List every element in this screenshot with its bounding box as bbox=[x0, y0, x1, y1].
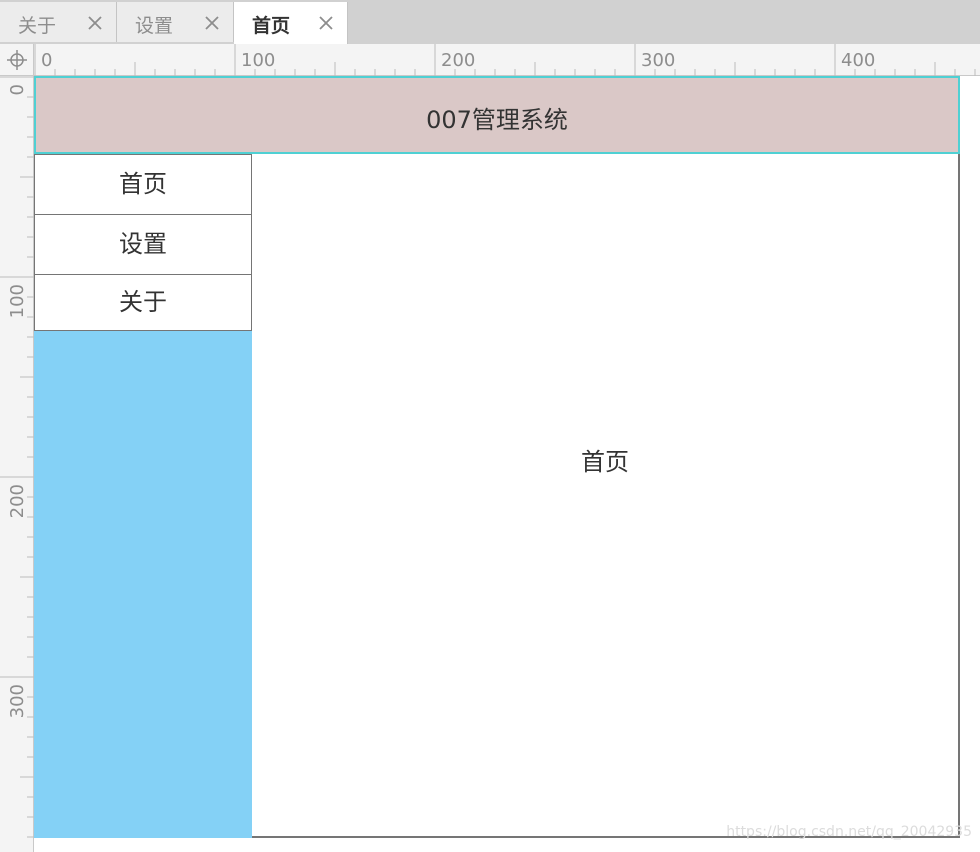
app-header: 007管理系统 bbox=[34, 76, 960, 154]
ruler-label: 0 bbox=[7, 84, 28, 95]
sidebar-item-home[interactable]: 首页 bbox=[34, 154, 252, 215]
ruler-label: 200 bbox=[7, 484, 28, 518]
close-icon[interactable] bbox=[203, 14, 221, 32]
sidebar: 首页 设置 关于 bbox=[34, 154, 252, 838]
tab-home[interactable]: 首页 bbox=[234, 2, 348, 44]
tab-label: 首页 bbox=[252, 15, 291, 37]
crosshair-icon bbox=[7, 50, 27, 70]
tab-about[interactable]: 关于 bbox=[0, 2, 117, 42]
ruler-label: 0 bbox=[41, 50, 52, 71]
tab-label: 设置 bbox=[135, 15, 174, 37]
ruler-label: 300 bbox=[641, 50, 675, 71]
tab-label: 关于 bbox=[18, 15, 57, 37]
horizontal-ruler[interactable]: 0 100 200 300 400 bbox=[34, 44, 980, 76]
close-icon[interactable] bbox=[317, 14, 335, 32]
ruler-label: 300 bbox=[7, 684, 28, 718]
sidebar-item-about[interactable]: 关于 bbox=[34, 274, 252, 331]
close-icon[interactable] bbox=[86, 14, 104, 32]
ruler-label: 100 bbox=[7, 284, 28, 318]
ruler-label: 100 bbox=[241, 50, 275, 71]
tab-bar: 关于 设置 首页 bbox=[0, 0, 980, 44]
ruler-origin[interactable] bbox=[0, 44, 34, 76]
sidebar-item-settings[interactable]: 设置 bbox=[34, 214, 252, 275]
tab-settings[interactable]: 设置 bbox=[117, 2, 234, 42]
horizontal-ruler-marks: 0 100 200 300 400 bbox=[34, 44, 976, 76]
main-content: 首页 bbox=[252, 154, 960, 838]
main-content-text: 首页 bbox=[581, 448, 629, 476]
watermark: https://blog.csdn.net/qq_20042935 bbox=[726, 824, 972, 840]
app-title: 007管理系统 bbox=[426, 106, 568, 134]
vertical-ruler[interactable]: 0 100 200 300 bbox=[0, 76, 34, 852]
ruler-label: 200 bbox=[441, 50, 475, 71]
ruler-label: 400 bbox=[841, 50, 875, 71]
vertical-ruler-marks: 0 100 200 300 bbox=[0, 76, 34, 838]
